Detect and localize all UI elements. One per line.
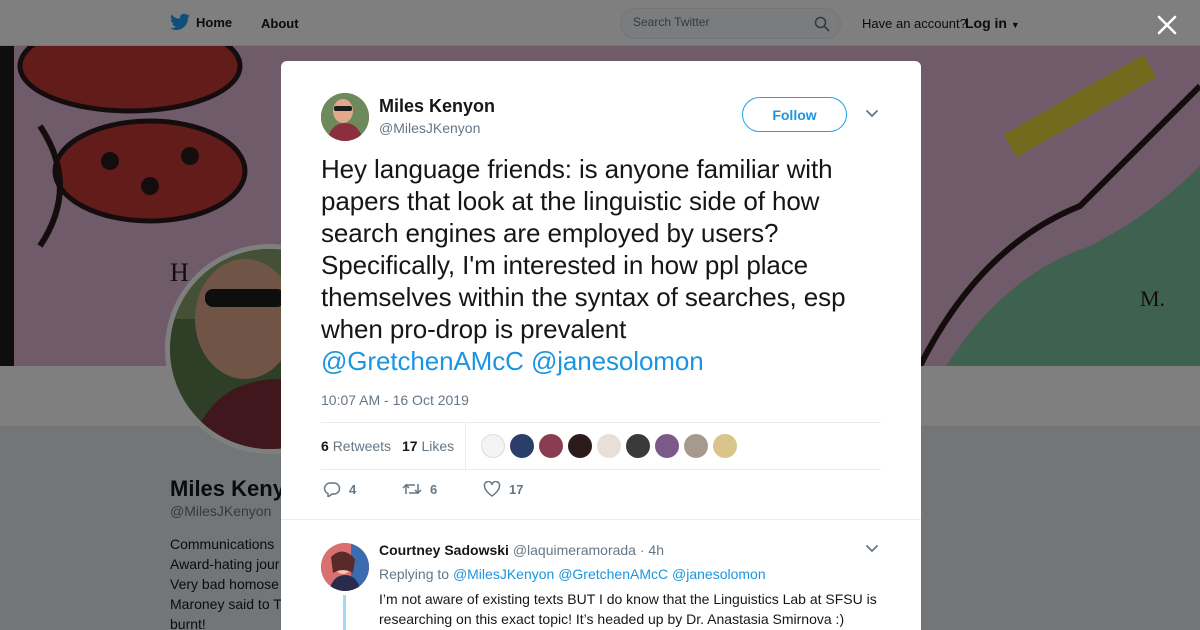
- tweet-timestamp[interactable]: 10:07 AM - 16 Oct 2019: [321, 392, 469, 408]
- retweet-button[interactable]: 6: [402, 481, 437, 497]
- retweets-label: Retweets: [332, 438, 392, 454]
- chevron-down-icon[interactable]: [865, 544, 879, 554]
- reply-button[interactable]: 4: [323, 481, 356, 497]
- tweet-modal: Miles Kenyon @MilesJKenyon Follow Hey la…: [281, 61, 921, 630]
- replies-divider: [281, 519, 921, 529]
- mention-link[interactable]: @GretchenAMcC: [321, 346, 524, 376]
- reply-count: 4: [349, 481, 357, 497]
- author-photo: [321, 93, 369, 141]
- liker-avatar[interactable]: [684, 434, 708, 458]
- liker-avatar[interactable]: [655, 434, 679, 458]
- replying-prefix: Replying to: [379, 566, 450, 582]
- tweet-body: Hey language friends: is anyone familiar…: [321, 154, 846, 344]
- liker-avatar[interactable]: [539, 434, 563, 458]
- reply-icon: [323, 482, 341, 497]
- retweets-stat[interactable]: 6 Retweets: [321, 438, 391, 454]
- mention-link[interactable]: @GretchenAMcC: [558, 566, 668, 582]
- reply-time[interactable]: · 4h: [640, 542, 664, 558]
- stats-divider: [465, 423, 466, 469]
- reply-author-name[interactable]: Courtney Sadowski: [379, 542, 509, 558]
- retweet-icon: [402, 483, 422, 495]
- retweets-count: 6: [321, 438, 329, 454]
- heart-icon: [483, 481, 501, 497]
- liker-avatar[interactable]: [597, 434, 621, 458]
- author-avatar[interactable]: [321, 93, 369, 141]
- reply-author-handle[interactable]: @laquimeramorada: [513, 542, 636, 558]
- mention-link[interactable]: @janesolomon: [531, 346, 704, 376]
- likes-label: Likes: [421, 438, 455, 454]
- reply-author-photo: [321, 543, 369, 591]
- author-name[interactable]: Miles Kenyon: [379, 96, 495, 117]
- liker-avatar[interactable]: [713, 434, 737, 458]
- author-handle[interactable]: @MilesJKenyon: [379, 120, 480, 136]
- liker-avatar[interactable]: [626, 434, 650, 458]
- retweet-count: 6: [430, 481, 438, 497]
- tweet-actions: 4 6 17: [321, 481, 881, 501]
- follow-button[interactable]: Follow: [742, 97, 847, 132]
- close-icon[interactable]: [1154, 12, 1180, 38]
- chevron-down-icon[interactable]: [865, 109, 879, 119]
- liker-avatar[interactable]: [481, 434, 505, 458]
- mention-link[interactable]: @MilesJKenyon: [453, 566, 554, 582]
- likes-stat[interactable]: 17 Likes: [402, 438, 454, 454]
- reply-text: I’m not aware of existing texts BUT I do…: [379, 591, 877, 627]
- liker-avatar[interactable]: [568, 434, 592, 458]
- reply-header: Courtney Sadowski @laquimeramorada · 4h: [379, 542, 664, 558]
- mention-link[interactable]: @janesolomon: [672, 566, 766, 582]
- reply-author-avatar[interactable]: [321, 543, 369, 591]
- tweet-stats: 6 Retweets 17 Likes: [321, 422, 881, 470]
- thread-line: [343, 595, 346, 630]
- replying-to: Replying to @MilesJKenyon @GretchenAMcC …: [379, 566, 766, 582]
- tweet-text: Hey language friends: is anyone familiar…: [321, 153, 891, 377]
- likes-count: 17: [402, 438, 418, 454]
- liker-avatar[interactable]: [510, 434, 534, 458]
- like-count: 17: [509, 481, 524, 497]
- like-button[interactable]: 17: [483, 481, 523, 497]
